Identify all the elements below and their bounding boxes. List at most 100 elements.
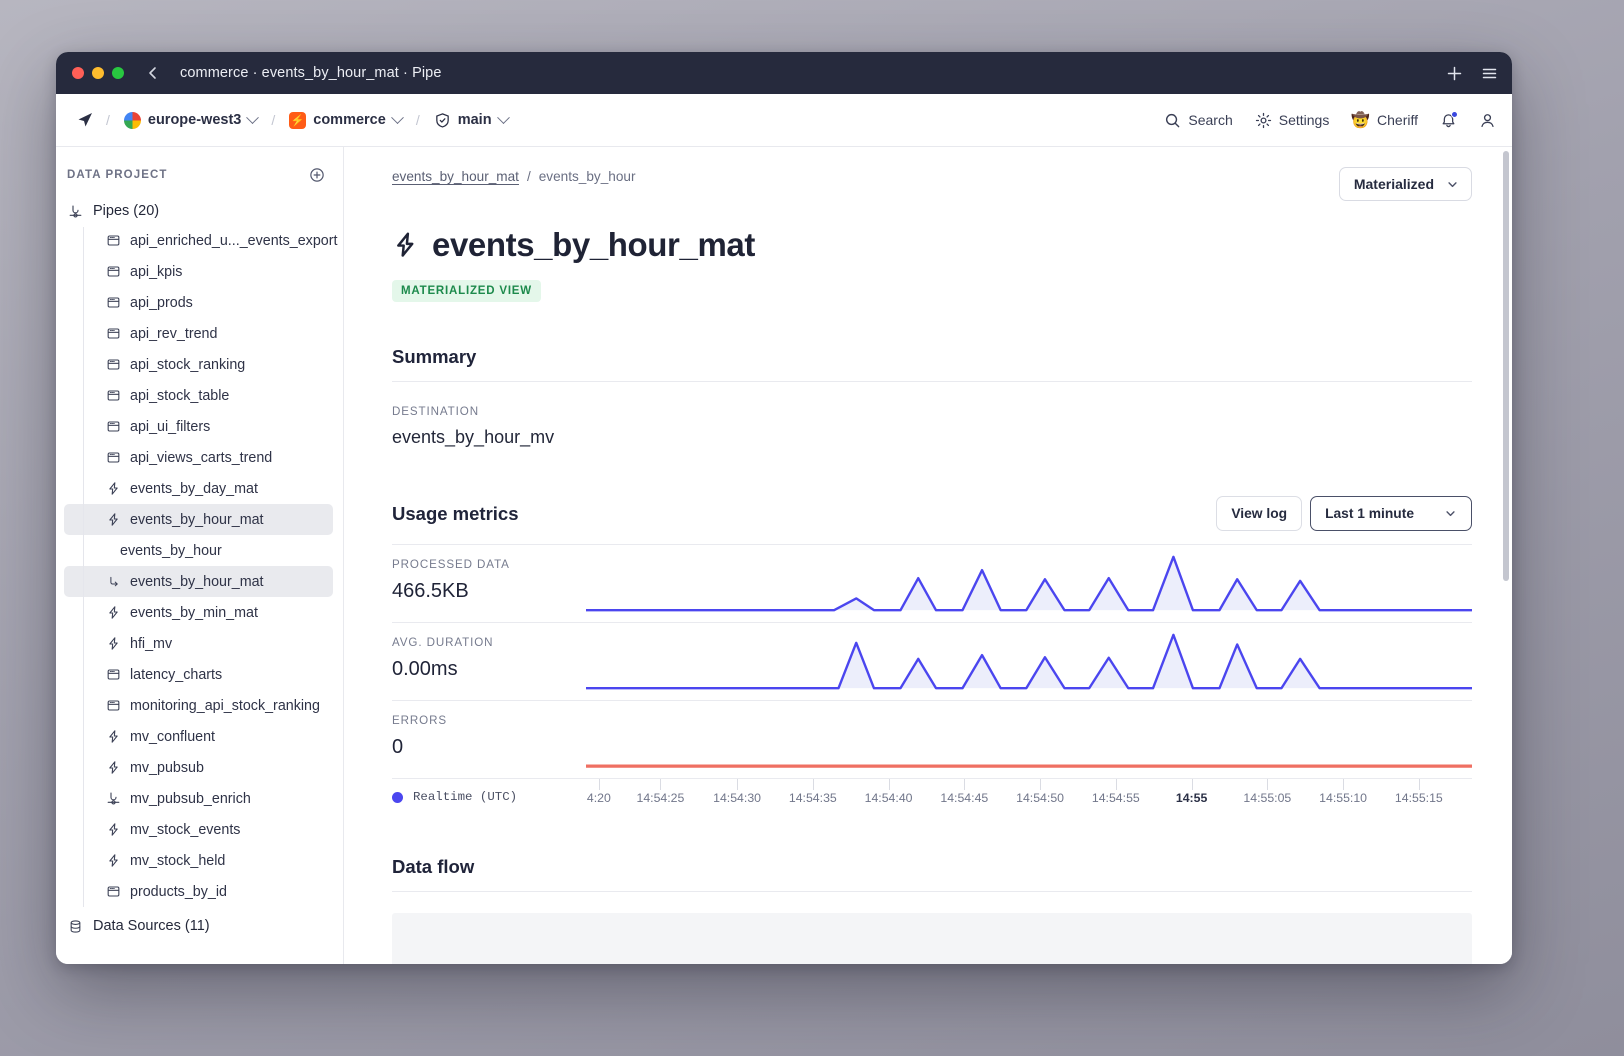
sidebar-item-label: api_stock_ranking: [130, 356, 246, 373]
breadcrumb-separator-3: /: [415, 112, 420, 128]
dataflow-panel[interactable]: [392, 913, 1472, 964]
sidebar-subitem-events_by_hour_mat[interactable]: events_by_hour_mat: [64, 566, 333, 597]
sidebar-item-mv_stock_held[interactable]: mv_stock_held: [64, 845, 333, 876]
app-window: commerce · events_by_hour_mat · Pipe / e…: [56, 52, 1512, 964]
sidebar-item-mv_confluent[interactable]: mv_confluent: [64, 721, 333, 752]
sidebar-item-events_by_min_mat[interactable]: events_by_min_mat: [64, 597, 333, 628]
metric-row-processed-data: PROCESSED DATA 466.5KB: [392, 544, 1472, 622]
breadcrumb-parent-link[interactable]: events_by_hour_mat: [392, 169, 519, 184]
sidebar-item-mv_pubsub_enrich[interactable]: mv_pubsub_enrich: [64, 783, 333, 814]
breadcrumb-branch[interactable]: main: [432, 109, 510, 132]
endpoint-icon: [105, 667, 121, 683]
axis-tick-label: 14:54:35: [788, 791, 837, 805]
metric-value: 0: [392, 736, 404, 758]
time-range-select[interactable]: Last 1 minute: [1310, 496, 1472, 531]
avg-duration-sparkline[interactable]: [586, 623, 1472, 700]
sidebar-item-monitoring_api_stock_ranking[interactable]: monitoring_api_stock_ranking: [64, 690, 333, 721]
notifications-button[interactable]: [1440, 110, 1458, 129]
sidebar-item-api_prods[interactable]: api_prods: [64, 287, 333, 318]
bolt-icon: [392, 230, 418, 260]
back-icon[interactable]: [144, 64, 162, 82]
new-tab-icon[interactable]: [1446, 65, 1463, 82]
sidebar-item-api_stock_ranking[interactable]: api_stock_ranking: [64, 349, 333, 380]
sidebar-item-api_kpis[interactable]: api_kpis: [64, 256, 333, 287]
close-window-button[interactable]: [72, 67, 84, 79]
sidebar-item-api_ui_filters[interactable]: api_ui_filters: [64, 411, 333, 442]
metric-label: PROCESSED DATA: [392, 558, 510, 571]
axis-tick-line: [1418, 779, 1420, 790]
sidebar-item-mv_stock_events[interactable]: mv_stock_events: [64, 814, 333, 845]
titlebar-actions: [1446, 52, 1498, 94]
page-title: events_by_hour_mat: [432, 226, 755, 263]
sidebar-item-hfi_mv[interactable]: hfi_mv: [64, 628, 333, 659]
bolt-icon: [105, 822, 121, 838]
axis-tick-line: [1040, 779, 1042, 790]
sidebar: DATA PROJECT Pipes (20) api_enriched_u..…: [56, 147, 344, 964]
search-button[interactable]: Search: [1164, 112, 1233, 129]
sidebar-group-data-sources-label: Data Sources (11): [93, 918, 210, 934]
metric-row-errors: ERRORS 0: [392, 700, 1472, 778]
sidebar-item-mv_pubsub[interactable]: mv_pubsub: [64, 752, 333, 783]
sidebar-group-pipes[interactable]: Pipes (20): [56, 197, 343, 225]
body-split: DATA PROJECT Pipes (20) api_enriched_u..…: [56, 147, 1512, 964]
materialized-select[interactable]: Materialized: [1338, 167, 1472, 201]
destination-value: events_by_hour_mv: [392, 427, 555, 447]
endpoint-icon: [105, 450, 121, 466]
rocket-icon[interactable]: [76, 111, 94, 129]
sidebar-item-latency_charts[interactable]: latency_charts: [64, 659, 333, 690]
status-badge: MATERIALIZED VIEW: [392, 280, 541, 302]
metric-value: 466.5KB: [392, 580, 469, 602]
minimize-window-button[interactable]: [92, 67, 104, 79]
page-title-row: events_by_hour_mat: [392, 226, 1472, 264]
search-icon: [1164, 112, 1181, 129]
chart-x-axis: 4:20 14:54:25 14:54:30 14:54:35 14:54:40 14:5…: [586, 779, 1472, 821]
chart-axis-row: Realtime (UTC) 4:20 14:54:25 14:54:30 14:54…: [392, 778, 1472, 820]
endpoint-icon: [105, 884, 121, 900]
usage-metrics-actions: View log Last 1 minute: [1216, 496, 1472, 531]
hamburger-menu-icon[interactable]: [1481, 65, 1498, 82]
sidebar-item-api_views_carts_trend[interactable]: api_views_carts_trend: [64, 442, 333, 473]
bolt-icon: [105, 605, 121, 621]
sidebar-subitem-label: events_by_hour_mat: [130, 573, 264, 590]
axis-tick-label: 14:54:45: [940, 791, 989, 805]
axis-tick-label: 14:55:05: [1243, 791, 1292, 805]
sidebar-item-label: api_ui_filters: [130, 418, 211, 435]
settings-button[interactable]: Settings: [1255, 112, 1329, 129]
breadcrumb: events_by_hour_mat / events_by_hour: [392, 169, 1472, 184]
plus-circle-icon[interactable]: [309, 167, 325, 183]
chevron-down-icon: [496, 110, 510, 124]
maximize-window-button[interactable]: [112, 67, 124, 79]
sidebar-item-api_rev_trend[interactable]: api_rev_trend: [64, 318, 333, 349]
processed-data-sparkline[interactable]: [586, 545, 1472, 622]
sidebar-subitem-events_by_hour[interactable]: events_by_hour: [64, 535, 333, 566]
breadcrumb-branch-label: main: [457, 112, 492, 128]
sidebar-item-api_stock_table[interactable]: api_stock_table: [64, 380, 333, 411]
sidebar-group-data-sources[interactable]: Data Sources (11): [56, 911, 343, 941]
axis-tick-line: [660, 779, 662, 790]
user-menu-button[interactable]: 🤠 Cheriff: [1351, 111, 1418, 129]
legend-label: Realtime (UTC): [413, 790, 518, 804]
endpoint-icon: [105, 698, 121, 714]
sidebar-item-label: api_prods: [130, 294, 193, 311]
endpoint-icon: [105, 357, 121, 373]
breadcrumb-region[interactable]: europe-west3: [122, 109, 260, 132]
main-scrollbar[interactable]: [1503, 151, 1509, 581]
sidebar-item-label: mv_pubsub_enrich: [130, 790, 251, 807]
main-content: events_by_hour_mat / events_by_hour Mate…: [344, 147, 1512, 964]
sidebar-item-api_enriched_u_events_export[interactable]: api_enriched_u..._events_export: [64, 225, 337, 256]
sidebar-item-label: mv_stock_events: [130, 821, 241, 838]
endpoint-icon: [105, 419, 121, 435]
sidebar-item-events_by_hour_mat[interactable]: events_by_hour_mat: [64, 504, 333, 535]
chart-legend: Realtime (UTC): [392, 779, 586, 804]
sidebar-item-products_by_id[interactable]: products_by_id: [64, 876, 333, 907]
breadcrumb-workspace[interactable]: ⚡ commerce: [287, 109, 404, 132]
errors-sparkline[interactable]: [586, 701, 1472, 778]
axis-tick-line: [1267, 779, 1269, 790]
view-log-button[interactable]: View log: [1216, 496, 1303, 531]
sidebar-item-events_by_day_mat[interactable]: events_by_day_mat: [64, 473, 333, 504]
account-button[interactable]: [1479, 112, 1496, 129]
summary-divider: [392, 381, 1472, 382]
sidebar-item-label: mv_stock_held: [130, 852, 226, 869]
chevron-down-icon: [390, 110, 404, 124]
bolt-icon: [105, 481, 121, 497]
